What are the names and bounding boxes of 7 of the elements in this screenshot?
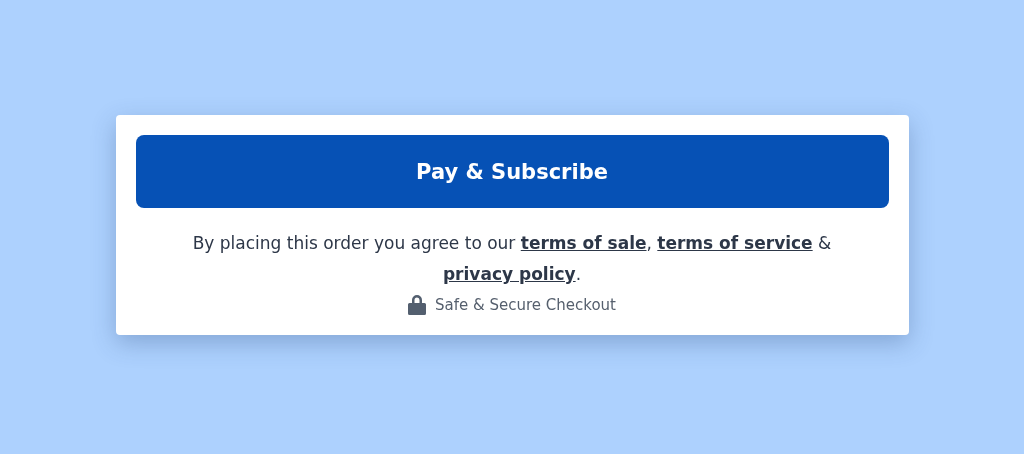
pay-button[interactable]: Pay & Subscribe [135,135,889,208]
policy-link[interactable]: privacy policy [442,264,576,284]
secure-checkout-note: Safe & Secure Checkout [435,295,616,314]
policy-link[interactable]: terms of sale [520,233,647,253]
agreement-text: By placing this order you agree to our terms of sale, terms of service & privacy policy. [191,232,833,286]
policy-link[interactable]: terms of service [657,233,813,253]
lock-icon [408,294,426,315]
